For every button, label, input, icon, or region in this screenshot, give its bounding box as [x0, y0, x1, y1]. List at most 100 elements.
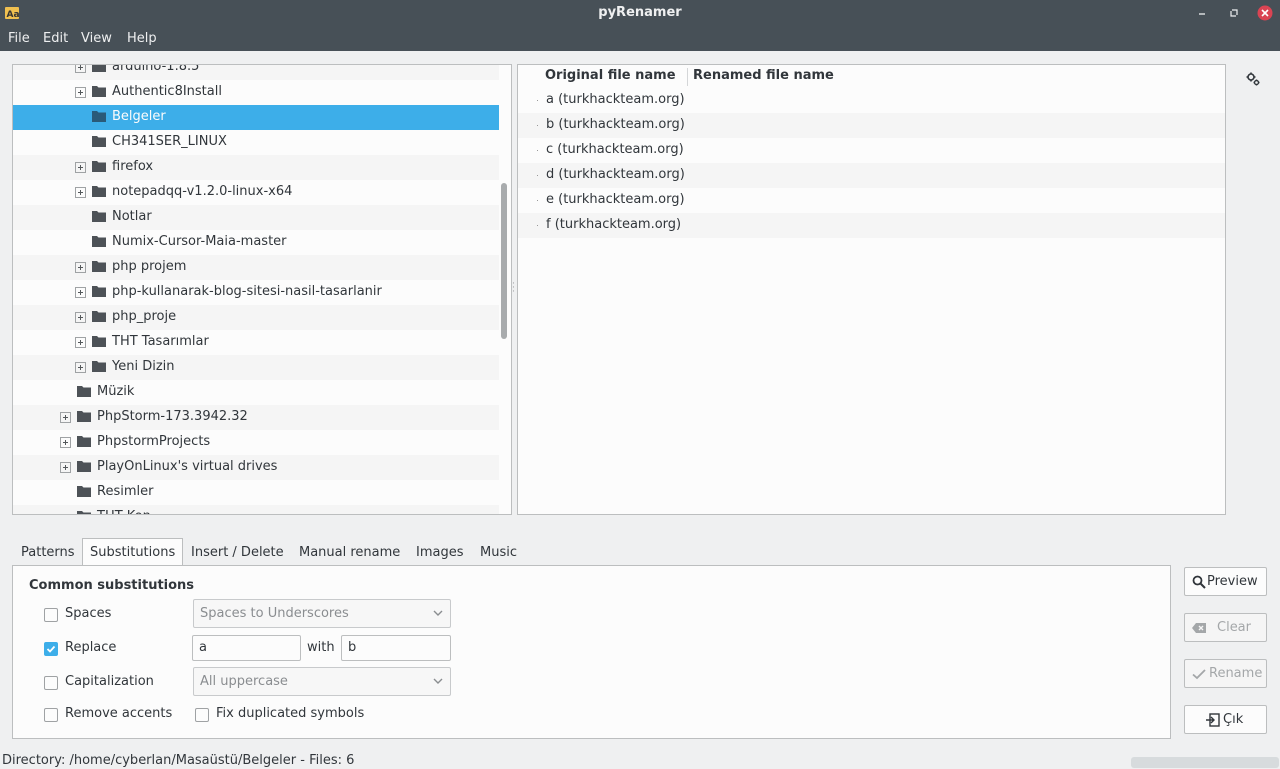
replace-checkbox[interactable] — [44, 642, 58, 656]
fix-duplicated-checkbox[interactable] — [195, 708, 209, 722]
replace-to-input[interactable] — [348, 640, 438, 655]
expander-plus-icon[interactable] — [75, 162, 86, 173]
fix-duplicated-label: Fix duplicated symbols — [216, 706, 365, 721]
preferences-icon[interactable] — [1245, 71, 1261, 87]
tree-item[interactable]: firefox — [13, 155, 499, 180]
expander-plus-icon[interactable] — [75, 187, 86, 198]
folder-icon — [92, 186, 106, 197]
tree-item[interactable]: Numix-Cursor-Maia-master — [13, 230, 499, 255]
tree-item[interactable]: arduino-1.8.5 — [13, 64, 499, 80]
expander-plus-icon[interactable] — [60, 462, 71, 473]
expander-plus-icon[interactable] — [60, 437, 71, 448]
file-row[interactable]: e (turkhackteam.org) — [518, 188, 1225, 213]
pane-splitter[interactable]: · · · — [512, 280, 515, 298]
file-list[interactable]: Original file name Renamed file name a (… — [517, 64, 1226, 515]
tree-item[interactable]: Müzik — [13, 380, 499, 405]
tree-item-label: Resimler — [97, 484, 154, 499]
folder-icon — [92, 311, 106, 322]
tree-item-label: Notlar — [112, 209, 152, 224]
tree-item[interactable]: Resimler — [13, 480, 499, 505]
chevron-down-icon — [433, 610, 443, 616]
file-row[interactable]: a (turkhackteam.org) — [518, 88, 1225, 113]
expander-plus-icon[interactable] — [75, 312, 86, 323]
row-marker — [537, 150, 538, 151]
column-renamed-name[interactable]: Renamed file name — [693, 68, 834, 83]
expander-plus-icon[interactable] — [75, 262, 86, 273]
tree-item[interactable]: Yeni Dizin — [13, 355, 499, 380]
close-icon — [1257, 5, 1273, 21]
file-row[interactable]: b (turkhackteam.org) — [518, 113, 1225, 138]
tab-images[interactable]: Images — [416, 540, 464, 566]
progress-bar — [1131, 757, 1279, 768]
expander-plus-icon[interactable] — [60, 412, 71, 423]
row-marker — [537, 175, 538, 176]
rename-label: Rename — [1209, 666, 1263, 681]
menu-edit[interactable]: Edit — [43, 31, 68, 46]
file-row[interactable]: f (turkhackteam.org) — [518, 213, 1225, 238]
tree-item[interactable]: notepadqq-v1.2.0-linux-x64 — [13, 180, 499, 205]
menu-view[interactable]: View — [81, 31, 112, 46]
tree-item[interactable]: PhpstormProjects — [13, 430, 499, 455]
menu-help[interactable]: Help — [127, 31, 157, 46]
original-file-name: e (turkhackteam.org) — [546, 192, 685, 207]
replace-from-field[interactable] — [192, 635, 301, 661]
capitalization-combo[interactable]: All uppercase — [193, 667, 451, 696]
tree-item-label: Müzik — [97, 384, 135, 399]
tree-item[interactable]: Belgeler — [13, 105, 499, 130]
tab-manual-rename[interactable]: Manual rename — [299, 540, 400, 566]
expander-plus-icon[interactable] — [75, 362, 86, 373]
rename-button[interactable]: Rename — [1184, 659, 1267, 688]
file-row[interactable]: c (turkhackteam.org) — [518, 138, 1225, 163]
tab-music[interactable]: Music — [480, 540, 517, 566]
maximize-button[interactable] — [1226, 5, 1242, 21]
tree-item[interactable]: Authentic8Install — [13, 80, 499, 105]
capitalization-checkbox[interactable] — [44, 676, 58, 690]
tree-item-label: firefox — [112, 159, 154, 174]
tree-item[interactable]: THT Tasarımlar — [13, 330, 499, 355]
clear-button[interactable]: Clear — [1184, 613, 1267, 642]
close-button[interactable] — [1257, 5, 1273, 21]
tree-item[interactable]: php projem — [13, 255, 499, 280]
tree-item-label: CH341SER_LINUX — [112, 134, 227, 149]
column-original-name[interactable]: Original file name — [545, 68, 676, 83]
minimize-button[interactable] — [1194, 5, 1210, 21]
original-file-name: a (turkhackteam.org) — [546, 92, 685, 107]
tree-item[interactable]: php-kullanarak-blog-sitesi-nasil-tasarla… — [13, 280, 499, 305]
tree-item[interactable]: THT Kon... — [13, 505, 499, 514]
remove-accents-label: Remove accents — [65, 706, 173, 721]
expander-plus-icon[interactable] — [75, 87, 86, 98]
tree-item[interactable]: Notlar — [13, 205, 499, 230]
remove-accents-checkbox[interactable] — [44, 708, 58, 722]
spaces-combo[interactable]: Spaces to Underscores — [193, 599, 451, 628]
folder-icon — [92, 286, 106, 297]
file-row[interactable]: d (turkhackteam.org) — [518, 163, 1225, 188]
replace-to-field[interactable] — [341, 635, 451, 661]
expander-plus-icon[interactable] — [75, 64, 86, 73]
menu-file[interactable]: File — [8, 31, 30, 46]
preview-label: Preview — [1207, 574, 1258, 589]
spaces-checkbox[interactable] — [44, 608, 58, 622]
tab-patterns[interactable]: Patterns — [21, 540, 75, 566]
original-file-name: b (turkhackteam.org) — [546, 117, 685, 132]
tree-item[interactable]: PlayOnLinux's virtual drives — [13, 455, 499, 480]
quit-button[interactable]: Çık — [1184, 705, 1267, 734]
tree-item[interactable]: PhpStorm-173.3942.32 — [13, 405, 499, 430]
expander-plus-icon[interactable] — [75, 287, 86, 298]
tree-item-label: Belgeler — [112, 109, 166, 124]
folder-icon — [92, 161, 106, 172]
column-separator — [687, 68, 688, 86]
directory-tree[interactable]: arduino-1.8.5 Authentic8Install Belgeler CH… — [12, 64, 512, 515]
replace-from-input[interactable] — [199, 640, 289, 655]
preview-button[interactable]: Preview — [1184, 567, 1267, 596]
folder-icon — [92, 261, 106, 272]
tree-item-label: arduino-1.8.5 — [112, 64, 200, 74]
tree-item-label: Yeni Dizin — [112, 359, 175, 374]
tree-item[interactable]: CH341SER_LINUX — [13, 130, 499, 155]
clear-icon — [1192, 623, 1206, 633]
tab-insert-delete[interactable]: Insert / Delete — [191, 540, 284, 566]
checkmark-icon — [46, 645, 56, 653]
tree-item[interactable]: php_proje — [13, 305, 499, 330]
tree-scrollbar[interactable] — [501, 183, 507, 339]
tab-substitutions[interactable]: Substitutions — [82, 538, 183, 566]
expander-plus-icon[interactable] — [75, 337, 86, 348]
